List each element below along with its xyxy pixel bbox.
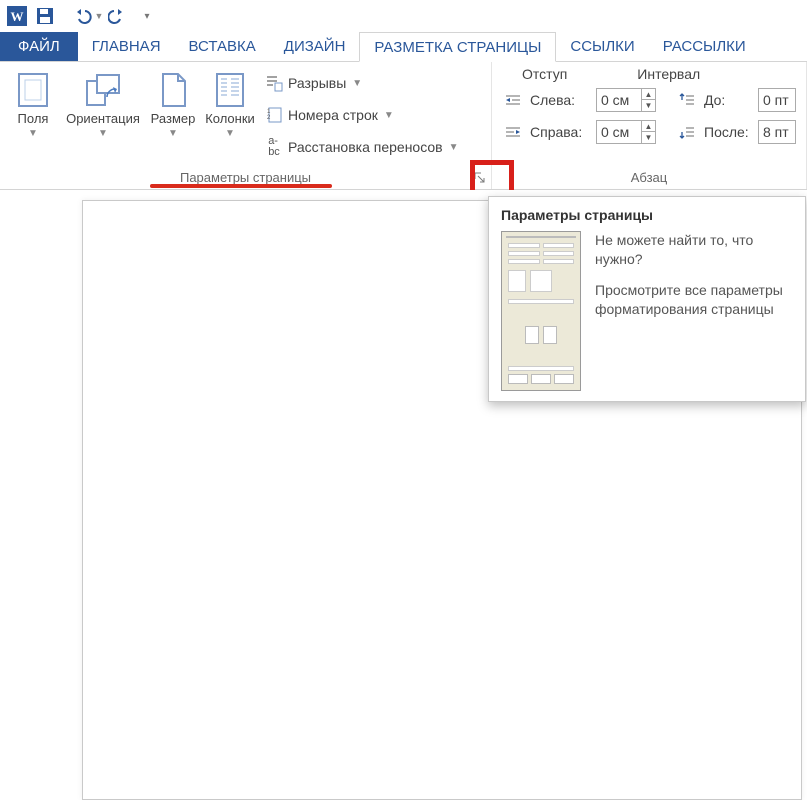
indent-left-label: Слева: [530,92,590,108]
group-paragraph: Отступ Интервал Слева: ▲▼ [492,62,807,189]
breaks-icon [264,73,284,93]
spacing-before-label: До: [704,92,752,108]
save-button[interactable] [32,3,58,29]
spacing-after-spinner[interactable] [758,120,796,144]
qat-customize-button[interactable]: ▾ [134,3,160,29]
tab-design[interactable]: ДИЗАЙН [270,32,360,61]
page-setup-tooltip: Параметры страницы Не можете найти то, ч… [488,196,806,402]
orientation-label: Ориентация [66,112,140,126]
tab-insert[interactable]: ВСТАВКА [175,32,270,61]
line-numbers-icon: 12 [264,105,284,125]
tab-home[interactable]: ГЛАВНАЯ [78,32,175,61]
redo-button[interactable] [106,3,132,29]
chevron-down-icon: ▼ [98,128,108,139]
columns-icon [214,70,246,110]
size-button[interactable]: Размер ▼ [146,66,200,165]
size-label: Размер [151,112,196,126]
indent-left-input[interactable] [597,92,641,108]
undo-button[interactable]: ▼ [70,3,104,29]
tooltip-thumbnail [501,231,581,391]
breaks-label: Разрывы [288,75,346,91]
chevron-down-icon: ▼ [168,128,178,139]
size-icon [158,70,188,110]
spacing-before-spinner[interactable] [758,88,796,112]
columns-button[interactable]: Колонки ▼ [200,66,260,165]
spacing-header: Интервал [637,66,700,82]
spacing-after-icon [676,121,698,143]
indent-right-spinner[interactable]: ▲▼ [596,120,656,144]
orientation-button[interactable]: Ориентация ▼ [60,66,146,165]
indent-right-label: Справа: [530,124,590,140]
spin-down[interactable]: ▼ [641,100,655,111]
tooltip-text: Не можете найти то, что нужно? Просмотри… [595,231,793,391]
word-app-icon: W [4,3,30,29]
hyphenation-icon: a-bc [264,137,284,157]
group-paragraph-title: Абзац [492,165,806,189]
tab-references[interactable]: ССЫЛКИ [556,32,648,61]
spacing-before-icon [676,89,698,111]
indent-header: Отступ [522,66,567,82]
chevron-down-icon: ▼ [449,142,459,153]
spacing-after-label: После: [704,124,752,140]
tooltip-title: Параметры страницы [501,207,793,223]
margins-label: Поля [18,112,49,126]
tab-page-layout[interactable]: РАЗМЕТКА СТРАНИЦЫ [359,32,556,62]
orientation-icon [83,70,123,110]
tab-mailings[interactable]: РАССЫЛКИ [649,32,760,61]
spin-down[interactable]: ▼ [641,132,655,143]
chevron-down-icon: ▼ [225,128,235,139]
indent-left-icon [502,89,524,111]
chevron-down-icon: ▼ [384,110,394,121]
hyphenation-button[interactable]: a-bc Расстановка переносов ▼ [264,134,459,160]
ribbon: Поля ▼ Ориентация ▼ [0,62,807,190]
spin-up[interactable]: ▲ [641,121,655,132]
spin-up[interactable]: ▲ [641,89,655,100]
columns-label: Колонки [205,112,255,126]
line-numbers-button[interactable]: 12 Номера строк ▼ [264,102,459,128]
margins-button[interactable]: Поля ▼ [6,66,60,165]
group-page-setup: Поля ▼ Ориентация ▼ [0,62,492,189]
quick-access-toolbar: W ▼ ▾ [0,0,807,32]
breaks-button[interactable]: Разрывы ▼ [264,70,459,96]
annotation-underline [150,184,332,188]
line-numbers-label: Номера строк [288,107,378,123]
hyphenation-label: Расстановка переносов [288,139,443,155]
ribbon-tabs: ФАЙЛ ГЛАВНАЯ ВСТАВКА ДИЗАЙН РАЗМЕТКА СТР… [0,32,807,62]
chevron-down-icon: ▼ [352,78,362,89]
tab-file[interactable]: ФАЙЛ [0,32,78,61]
spacing-after-input[interactable] [759,124,795,140]
margins-icon [16,70,50,110]
svg-text:W: W [11,9,24,24]
indent-right-input[interactable] [597,124,641,140]
spacing-before-input[interactable] [759,92,795,108]
indent-left-spinner[interactable]: ▲▼ [596,88,656,112]
indent-right-icon [502,121,524,143]
chevron-down-icon: ▼ [28,128,38,139]
